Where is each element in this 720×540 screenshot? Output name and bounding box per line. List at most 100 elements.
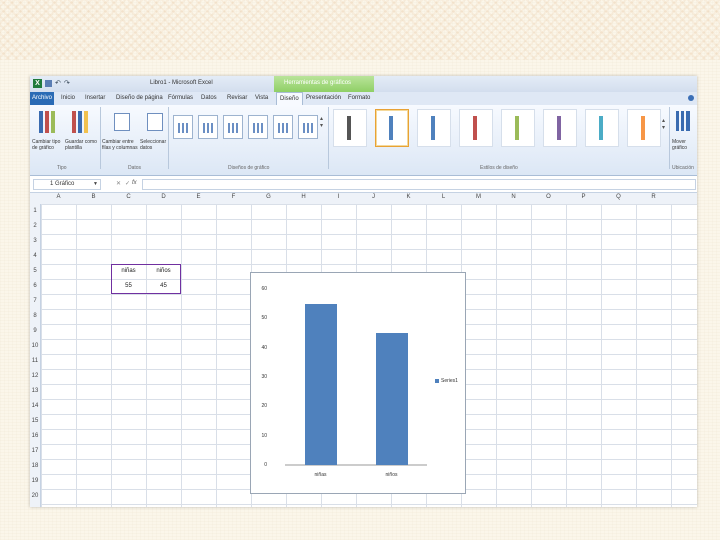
row-header[interactable]: 8 — [30, 309, 40, 324]
layouts-more-icon[interactable]: ▴ ▾ — [320, 115, 323, 129]
column-header[interactable]: A — [41, 194, 76, 200]
column-header[interactable]: L — [426, 194, 461, 200]
chart-style-5[interactable] — [501, 109, 535, 147]
row-header[interactable]: 2 — [30, 219, 40, 234]
help-icon[interactable] — [688, 95, 694, 101]
switch-row-column-button[interactable]: Cambiar entre filas y columnas — [102, 139, 138, 151]
save-icon[interactable] — [45, 80, 52, 87]
chart-layout-2[interactable] — [198, 115, 218, 139]
chart-style-2[interactable] — [375, 109, 409, 147]
row-header[interactable]: 20 — [30, 489, 40, 504]
undo-icon[interactable]: ↶ — [55, 79, 61, 87]
select-data-icon[interactable] — [147, 113, 163, 131]
column-header[interactable]: M — [461, 194, 496, 200]
change-chart-type-icon[interactable] — [39, 111, 55, 133]
row-header[interactable]: 15 — [30, 414, 40, 429]
chart-style-8[interactable] — [627, 109, 661, 147]
row-header[interactable]: 12 — [30, 369, 40, 384]
column-header[interactable]: Q — [601, 194, 636, 200]
chart-style-4[interactable] — [459, 109, 493, 147]
column-header[interactable]: F — [216, 194, 251, 200]
row-header[interactable]: 9 — [30, 324, 40, 339]
change-chart-type-button[interactable]: Cambiar tipo de gráfico — [32, 139, 62, 151]
row-header[interactable]: 16 — [30, 429, 40, 444]
save-template-button[interactable]: Guardar como plantilla — [65, 139, 97, 151]
ribbon-tabs: Archivo Inicio Insertar Diseño de página… — [30, 92, 697, 106]
chart-layout-5[interactable] — [273, 115, 293, 139]
group-label-tipo: Tipo — [57, 165, 67, 171]
column-header[interactable]: J — [356, 194, 391, 200]
column-header[interactable]: G — [251, 194, 286, 200]
row-header[interactable]: 10 — [30, 339, 40, 354]
column-header[interactable]: I — [321, 194, 356, 200]
row-header[interactable]: 6 — [30, 279, 40, 294]
group-label-datos: Datos — [128, 165, 142, 171]
chart-bar[interactable] — [375, 333, 408, 465]
chart-layout-3[interactable] — [223, 115, 243, 139]
row-header[interactable]: 19 — [30, 474, 40, 489]
row-header[interactable]: 13 — [30, 384, 40, 399]
column-header[interactable]: P — [566, 194, 601, 200]
cancel-icon[interactable]: ✕ — [116, 180, 121, 187]
chart-style-7[interactable] — [585, 109, 619, 147]
column-header[interactable]: H — [286, 194, 321, 200]
chart-layout-4[interactable] — [248, 115, 268, 139]
chart-style-1[interactable] — [333, 109, 367, 147]
column-header[interactable]: B — [76, 194, 111, 200]
tab-archivo[interactable]: Archivo — [30, 92, 54, 105]
cell-d5[interactable]: niños — [146, 268, 181, 274]
name-box-value: 1 Gráfico — [50, 181, 75, 187]
tab-diseno-pagina[interactable]: Diseño de página — [116, 95, 163, 101]
row-header[interactable]: 1 — [30, 204, 40, 219]
styles-more-icon[interactable]: ▴ ▾ — [662, 117, 665, 131]
tab-formulas[interactable]: Fórmulas — [168, 95, 193, 101]
y-tick-label: 20 — [261, 403, 267, 410]
tab-revisar[interactable]: Revisar — [227, 95, 247, 101]
chart-style-6[interactable] — [543, 109, 577, 147]
name-box[interactable]: 1 Gráfico ▼ — [33, 179, 101, 190]
x-category-label: niñas — [314, 472, 327, 478]
tab-presentacion[interactable]: Presentación — [306, 95, 341, 101]
column-header[interactable]: E — [181, 194, 216, 200]
move-chart-button[interactable]: Mover gráfico — [672, 139, 696, 151]
column-header[interactable]: C — [111, 194, 146, 200]
enter-icon[interactable]: ✓ — [125, 180, 130, 187]
chart-style-3[interactable] — [417, 109, 451, 147]
tab-diseno[interactable]: Diseño — [276, 92, 303, 106]
chart-bar[interactable] — [304, 303, 337, 465]
select-data-button[interactable]: Seleccionar datos — [140, 139, 168, 151]
cell-c6[interactable]: 55 — [111, 283, 146, 289]
row-header[interactable]: 4 — [30, 249, 40, 264]
row-header[interactable]: 3 — [30, 234, 40, 249]
switch-row-column-icon[interactable] — [114, 113, 130, 131]
column-header[interactable]: N — [496, 194, 531, 200]
chart-layout-6[interactable] — [298, 115, 318, 139]
column-header[interactable]: R — [636, 194, 671, 200]
group-label-disenos: Diseños de gráfico — [228, 165, 270, 171]
tab-datos[interactable]: Datos — [201, 95, 217, 101]
insert-function-button[interactable]: fx — [132, 180, 137, 186]
row-header[interactable]: 14 — [30, 399, 40, 414]
tab-insertar[interactable]: Insertar — [85, 95, 105, 101]
row-header[interactable]: 17 — [30, 444, 40, 459]
chart-layout-1[interactable] — [173, 115, 193, 139]
redo-icon[interactable]: ↷ — [64, 79, 70, 87]
column-header[interactable]: O — [531, 194, 566, 200]
save-template-icon[interactable] — [72, 111, 88, 133]
tab-inicio[interactable]: Inicio — [61, 95, 75, 101]
embedded-chart[interactable]: 0 10 20 30 40 50 60 niñas niños Series1 — [250, 272, 466, 494]
chevron-down-icon[interactable]: ▼ — [93, 181, 98, 187]
row-header[interactable]: 7 — [30, 294, 40, 309]
move-chart-icon[interactable] — [676, 111, 690, 131]
tab-vista[interactable]: Vista — [255, 95, 268, 101]
column-header[interactable]: K — [391, 194, 426, 200]
column-header[interactable]: D — [146, 194, 181, 200]
row-header[interactable]: 11 — [30, 354, 40, 369]
tab-formato[interactable]: Formato — [348, 95, 370, 101]
row-header[interactable]: 18 — [30, 459, 40, 474]
formula-input[interactable] — [142, 179, 696, 190]
context-tab-group-label: Herramientas de gráficos — [284, 80, 352, 86]
row-header[interactable]: 5 — [30, 264, 40, 279]
cell-d6[interactable]: 45 — [146, 283, 181, 289]
cell-c5[interactable]: niñas — [111, 268, 146, 274]
